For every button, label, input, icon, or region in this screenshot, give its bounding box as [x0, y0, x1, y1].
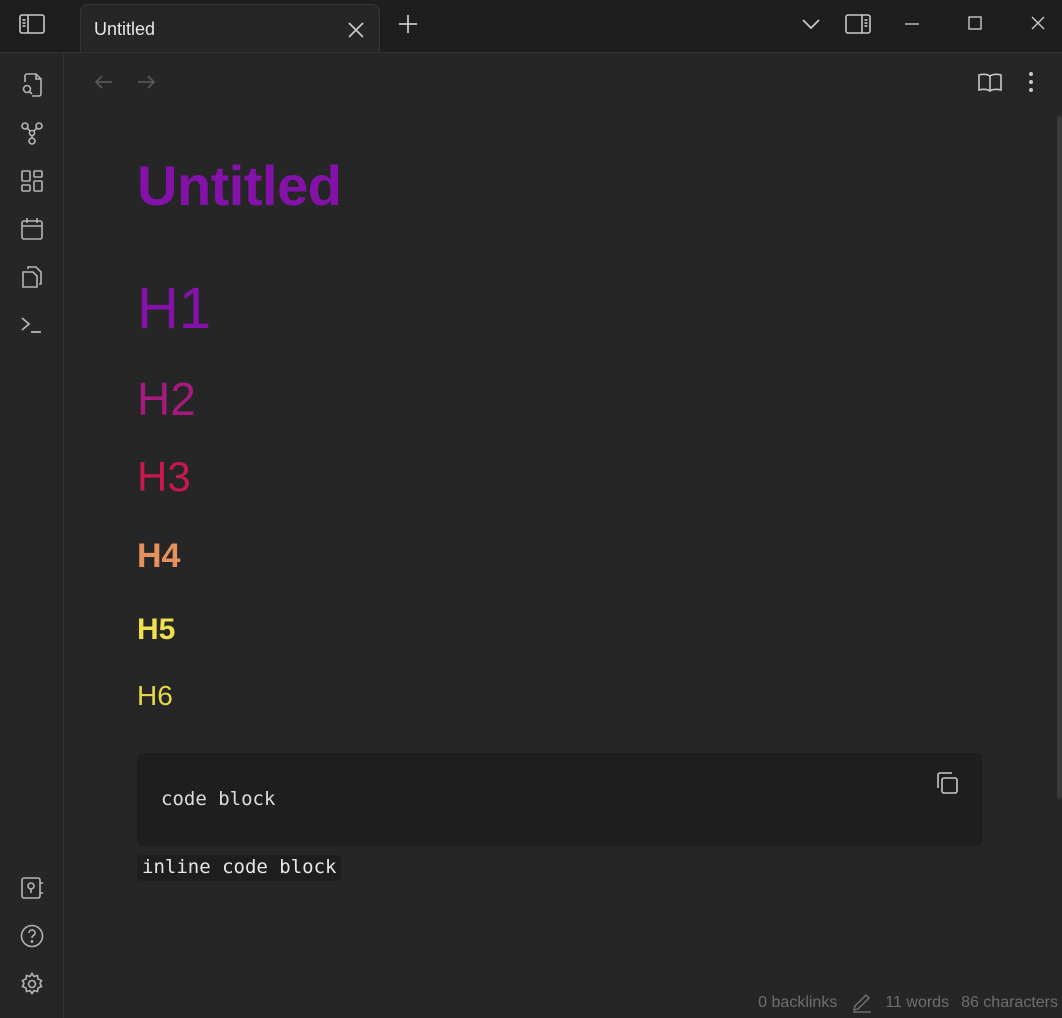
word-count: 11 words	[885, 994, 950, 1011]
maximize-icon[interactable]	[961, 9, 989, 37]
reading-view-icon[interactable]	[975, 67, 1005, 97]
plus-icon[interactable]	[394, 10, 422, 38]
left-ribbon	[0, 52, 64, 1018]
chevron-down-icon[interactable]	[798, 10, 824, 38]
minimize-icon[interactable]	[898, 10, 926, 38]
search-file-icon[interactable]	[17, 70, 47, 100]
backlinks-count[interactable]: 0 backlinks	[758, 994, 837, 1012]
copy-icon[interactable]	[932, 768, 962, 798]
heading-4: H4	[137, 537, 181, 575]
heading-2: H2	[137, 373, 196, 425]
right-sidebar-icon[interactable]	[843, 9, 873, 39]
heading-1: H1	[137, 276, 212, 341]
heading-5: H5	[137, 613, 176, 646]
code-block: code block	[137, 753, 982, 846]
inline-code: inline code block	[137, 855, 342, 881]
heading-3: H3	[137, 453, 191, 500]
status-bar: 0 backlinks 11 words 86 characters	[746, 993, 1058, 1013]
tab-label: Untitled	[94, 19, 156, 39]
back-arrow-icon[interactable]	[89, 67, 119, 97]
graph-icon[interactable]	[17, 118, 47, 148]
window-close-icon[interactable]	[1024, 9, 1052, 37]
character-count: 86 characters	[961, 994, 1058, 1011]
title-bar: Untitled	[0, 0, 1062, 53]
files-icon[interactable]	[17, 262, 47, 292]
terminal-icon[interactable]	[17, 310, 47, 340]
calendar-icon[interactable]	[17, 214, 47, 244]
code-block-text: code block	[161, 788, 276, 810]
forward-arrow-icon[interactable]	[131, 67, 161, 97]
scrollbar[interactable]	[1057, 116, 1062, 799]
pencil-icon[interactable]	[851, 993, 873, 1013]
close-icon[interactable]	[343, 17, 369, 43]
sidebar-toggle-icon[interactable]	[17, 9, 47, 39]
editor-pane: Untitled H1 H2 H3 H4 H5 H6 code block in…	[64, 52, 1062, 1018]
settings-icon[interactable]	[17, 969, 47, 999]
vault-icon[interactable]	[17, 873, 47, 903]
more-options-icon[interactable]	[1016, 67, 1046, 97]
tab-untitled[interactable]: Untitled	[80, 4, 380, 53]
note-title[interactable]: Untitled	[137, 153, 342, 218]
heading-6: H6	[137, 680, 173, 711]
help-icon[interactable]	[17, 921, 47, 951]
canvas-icon[interactable]	[17, 166, 47, 196]
